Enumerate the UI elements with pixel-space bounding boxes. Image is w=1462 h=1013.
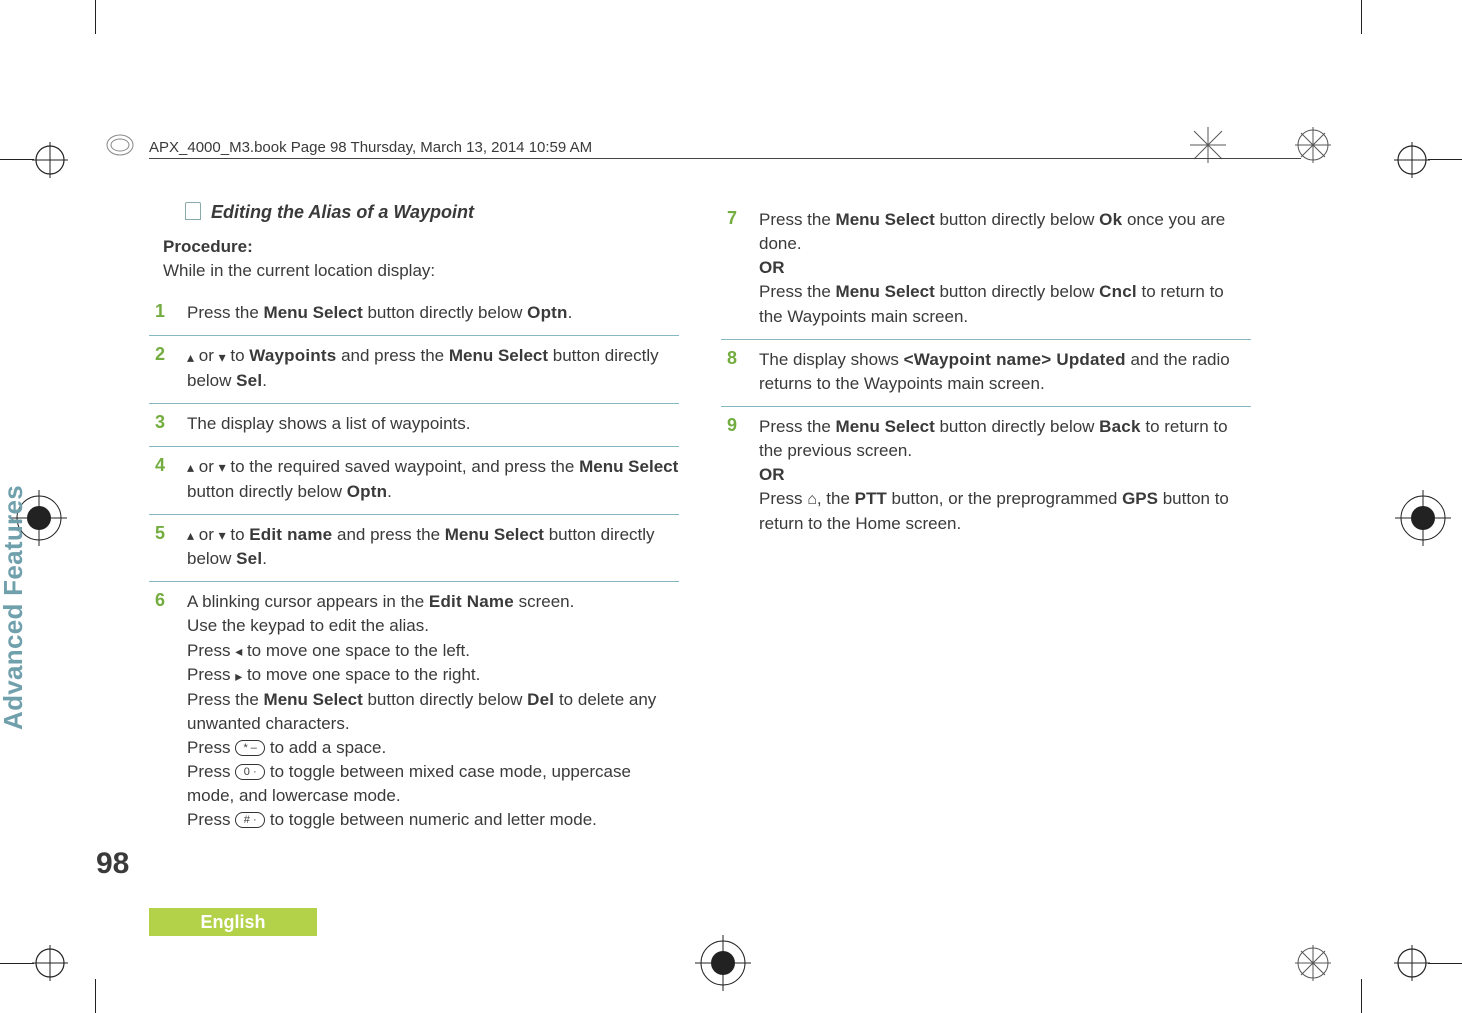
step-number: 5	[149, 523, 187, 544]
crop-mark	[0, 159, 34, 160]
step-item: 4 or to the required saved waypoint, and…	[149, 447, 679, 515]
registration-target-icon	[1395, 490, 1451, 546]
step-number: 3	[149, 412, 187, 433]
registration-target-icon	[32, 945, 68, 981]
procedure-context: While in the current location display:	[163, 261, 679, 281]
step-number: 1	[149, 301, 187, 322]
registration-target-icon	[32, 142, 68, 178]
step-number: 4	[149, 455, 187, 476]
step-body: or to the required saved waypoint, and p…	[187, 455, 679, 504]
crop-mark	[1428, 963, 1462, 964]
page-number: 98	[96, 847, 129, 881]
registration-target-icon	[695, 935, 751, 991]
step-number: 9	[721, 415, 759, 436]
step-item: 3The display shows a list of waypoints.	[149, 404, 679, 447]
step-item: 7Press the Menu Select button directly b…	[721, 200, 1251, 340]
step-item: 8The display shows <Waypoint name> Updat…	[721, 340, 1251, 407]
header-divider	[149, 158, 1301, 159]
language-tab: English	[149, 908, 317, 936]
step-body: or to Waypoints and press the Menu Selec…	[187, 344, 679, 393]
crop-mark	[95, 979, 96, 1013]
book-page-header: APX_4000_M3.book Page 98 Thursday, March…	[149, 139, 592, 156]
section-tab-vertical: Advanced Features	[0, 485, 29, 730]
step-body: Press the Menu Select button directly be…	[187, 301, 679, 325]
steps-list-right: 7Press the Menu Select button directly b…	[721, 200, 1251, 546]
step-number: 6	[149, 590, 187, 611]
crop-mark	[1361, 979, 1362, 1013]
right-column: 7Press the Menu Select button directly b…	[721, 200, 1251, 843]
spiral-binding-icon	[105, 130, 135, 160]
step-body: The display shows a list of waypoints.	[187, 412, 679, 436]
step-body: The display shows <Waypoint name> Update…	[759, 348, 1251, 396]
crop-mark	[1361, 0, 1362, 34]
section-title: Editing the Alias of a Waypoint	[185, 200, 679, 223]
left-column: Editing the Alias of a Waypoint Procedur…	[149, 200, 679, 843]
registration-target-icon	[1394, 945, 1430, 981]
step-item: 9Press the Menu Select button directly b…	[721, 407, 1251, 546]
step-number: 2	[149, 344, 187, 365]
step-item: 1Press the Menu Select button directly b…	[149, 293, 679, 336]
step-body: or to Edit name and press the Menu Selec…	[187, 523, 679, 572]
step-item: 6A blinking cursor appears in the Edit N…	[149, 582, 679, 842]
registration-target-icon	[1394, 142, 1430, 178]
procedure-label: Procedure:	[163, 237, 679, 257]
crop-mark	[0, 963, 34, 964]
step-body: A blinking cursor appears in the Edit Na…	[187, 590, 679, 832]
step-body: Press the Menu Select button directly be…	[759, 415, 1251, 536]
steps-list-left: 1Press the Menu Select button directly b…	[149, 293, 679, 843]
crop-mark	[95, 0, 96, 34]
book-icon	[185, 202, 201, 220]
crop-mark	[1428, 159, 1462, 160]
step-item: 2 or to Waypoints and press the Menu Sel…	[149, 336, 679, 404]
page-content: Editing the Alias of a Waypoint Procedur…	[149, 200, 1301, 913]
step-body: Press the Menu Select button directly be…	[759, 208, 1251, 329]
step-number: 7	[721, 208, 759, 229]
step-number: 8	[721, 348, 759, 369]
section-title-text: Editing the Alias of a Waypoint	[211, 202, 474, 222]
step-item: 5 or to Edit name and press the Menu Sel…	[149, 515, 679, 583]
registration-burst-icon	[1295, 945, 1331, 981]
